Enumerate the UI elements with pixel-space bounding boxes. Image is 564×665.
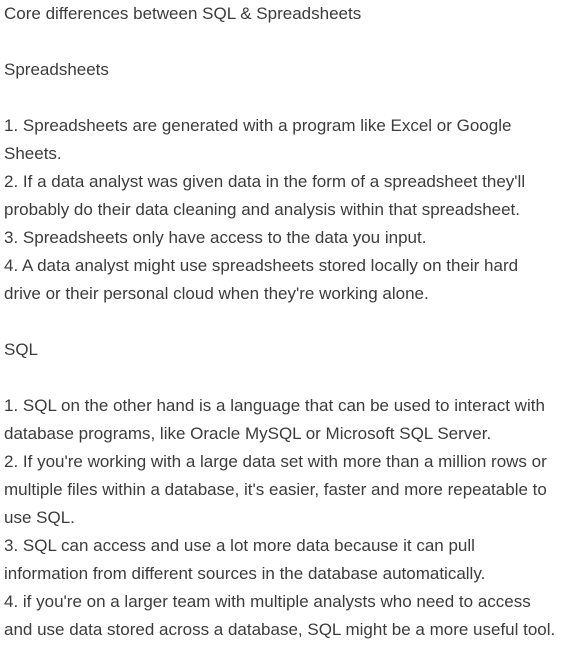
document-body: Core differences between SQL & Spreadshe… <box>0 0 564 644</box>
sql-heading: SQL <box>4 340 39 359</box>
sql-item-1: 1. SQL on the other hand is a language t… <box>4 396 545 443</box>
spreadsheets-item-2: 2. If a data analyst was given data in t… <box>4 172 526 219</box>
document-title: Core differences between SQL & Spreadshe… <box>4 4 362 23</box>
spreadsheets-item-4: 4. A data analyst might use spreadsheets… <box>4 256 519 303</box>
sql-item-2: 2. If you're working with a large data s… <box>4 452 547 527</box>
sql-item-3: 3. SQL can access and use a lot more dat… <box>4 536 486 583</box>
spreadsheets-heading: Spreadsheets <box>4 60 109 79</box>
spreadsheets-item-1: 1. Spreadsheets are generated with a pro… <box>4 116 512 163</box>
sql-item-4: 4. if you're on a larger team with multi… <box>4 592 556 639</box>
spreadsheets-item-3: 3. Spreadsheets only have access to the … <box>4 228 427 247</box>
